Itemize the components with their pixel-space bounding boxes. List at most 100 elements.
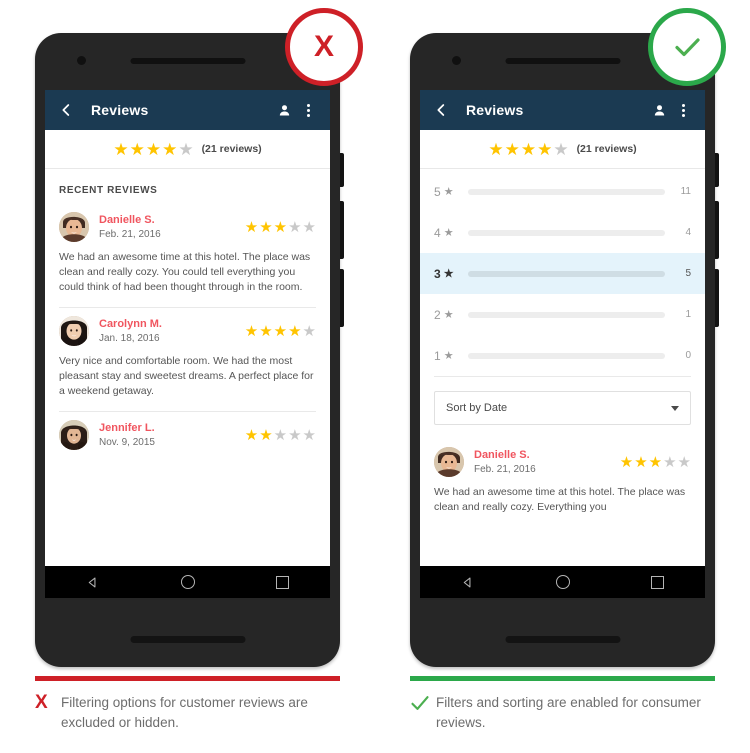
review-body: We had an awesome time at this hotel. Th… — [59, 251, 311, 293]
rating-filter-row-4[interactable]: 4 ★ 4 — [420, 212, 705, 253]
panel-good-example: Reviews ★ ★ ★ ★ ★ (21 reviews) 5 ★ 11 4 … — [375, 0, 750, 753]
review-date: Nov. 9, 2015 — [99, 436, 155, 448]
rating-filter-row-5[interactable]: 5 ★ 11 — [420, 171, 705, 212]
review-author-meta: Carolynn M. Jan. 18, 2016 — [99, 318, 245, 345]
phone-volume-down-button — [340, 269, 344, 327]
star-icon: ★ — [162, 139, 178, 159]
review-stars: ★ ★ ★ ★ ★ — [245, 428, 316, 443]
nav-recents-button[interactable] — [651, 575, 665, 589]
avatar — [434, 447, 464, 477]
nav-home-circle-icon — [555, 575, 570, 589]
chevron-down-icon — [671, 405, 679, 411]
review-stars: ★ ★ ★ ★ ★ — [245, 220, 316, 235]
phone-volume-up-button — [340, 201, 344, 259]
android-navigation-bar — [420, 566, 705, 598]
sort-by-value: Sort by Date — [446, 402, 508, 414]
review-header: Jennifer L. Nov. 9, 2015 ★ ★ ★ ★ ★ — [59, 412, 316, 454]
star-icon: ★ — [488, 139, 504, 159]
badge-incorrect: X — [285, 8, 363, 86]
back-button[interactable] — [432, 101, 450, 119]
star-icon: ★ — [302, 322, 316, 340]
sort-by-select[interactable]: Sort by Date — [434, 391, 691, 425]
account-button[interactable] — [649, 100, 669, 120]
rating-bar-track — [468, 352, 665, 359]
review-header: Danielle S. Feb. 21, 2016 ★ ★ ★ ★ ★ — [59, 204, 316, 246]
review-author-name: Carolynn M. — [99, 317, 162, 330]
review-author-name: Danielle S. — [99, 213, 155, 226]
overall-stars: ★ ★ ★ ★ ★ — [113, 141, 193, 158]
page-title: Reviews — [91, 102, 149, 118]
review-stars: ★ ★ ★ ★ ★ — [620, 455, 691, 470]
nav-recents-button[interactable] — [276, 575, 290, 589]
check-icon — [411, 696, 429, 710]
caption-text: Filtering options for customer reviews a… — [61, 695, 308, 730]
phone-volume-down-button — [715, 269, 719, 327]
overflow-menu-button[interactable] — [298, 100, 318, 120]
rating-filter-row-3[interactable]: 3 ★ 5 — [420, 253, 705, 294]
accent-rule-good — [410, 676, 715, 681]
overall-stars: ★ ★ ★ ★ ★ — [488, 141, 568, 158]
nav-home-button[interactable] — [555, 575, 570, 589]
back-button[interactable] — [57, 101, 75, 119]
rating-count: 0 — [685, 350, 691, 361]
star-icon: ★ — [273, 322, 288, 340]
android-navigation-bar — [45, 566, 330, 598]
star-icon: ★ — [288, 218, 302, 236]
star-icon: ★ — [553, 139, 569, 159]
nav-back-button[interactable] — [461, 575, 475, 589]
rating-filter-label: 3 ★ — [434, 266, 454, 281]
rating-filter-label: 5 ★ — [434, 184, 454, 199]
badge-correct — [648, 8, 726, 86]
rating-bar-track — [468, 188, 665, 195]
rating-distribution-chart: 5 ★ 11 4 ★ 4 3 ★ 5 2 ★ 1 1 ★ 0 — [420, 169, 705, 376]
star-icon: ★ — [113, 139, 129, 159]
check-icon — [675, 38, 700, 57]
accent-rule-bad — [35, 676, 340, 681]
earpiece-speaker — [505, 58, 620, 64]
rating-filter-row-2[interactable]: 2 ★ 1 — [420, 294, 705, 335]
star-icon: ★ — [443, 268, 454, 280]
comparison-stage: X Reviews ★ ★ ★ ★ ★ (21 reviews) RECENT … — [0, 0, 750, 753]
page-title: Reviews — [466, 102, 524, 118]
overflow-menu-button[interactable] — [673, 100, 693, 120]
star-icon: ★ — [259, 426, 273, 444]
check-mark-wrap — [410, 693, 436, 718]
nav-recents-square-icon — [276, 575, 289, 589]
more-vertical-icon — [681, 103, 685, 117]
front-camera — [452, 56, 461, 65]
nav-back-button[interactable] — [86, 575, 100, 589]
star-icon: ★ — [537, 139, 553, 159]
star-icon: ★ — [663, 453, 677, 471]
caption-text: Filters and sorting are enabled for cons… — [436, 695, 701, 730]
rating-count: 1 — [685, 309, 691, 320]
review-item: Danielle S. Feb. 21, 2016 ★ ★ ★ ★ ★ We h… — [45, 204, 330, 307]
avatar — [59, 316, 89, 346]
phone-power-button — [715, 153, 719, 187]
star-icon: ★ — [634, 453, 648, 471]
rating-count: 11 — [680, 186, 691, 197]
star-icon: ★ — [129, 139, 145, 159]
review-date: Feb. 21, 2016 — [99, 228, 161, 240]
screen-left: Reviews ★ ★ ★ ★ ★ (21 reviews) RECENT RE… — [45, 90, 330, 598]
star-icon: ★ — [302, 218, 316, 236]
rating-bar-track — [468, 311, 665, 318]
phone-volume-up-button — [715, 201, 719, 259]
account-button[interactable] — [274, 100, 294, 120]
star-icon: ★ — [244, 322, 259, 340]
nav-home-button[interactable] — [180, 575, 195, 589]
section-title-recent-reviews: RECENT REVIEWS — [59, 185, 158, 196]
rating-count: 4 — [685, 227, 691, 238]
avatar — [59, 420, 89, 450]
rating-filter-row-1[interactable]: 1 ★ 0 — [420, 335, 705, 376]
star-icon: ★ — [677, 453, 691, 471]
review-count-label: (21 reviews) — [576, 143, 637, 155]
phone-frame-right: Reviews ★ ★ ★ ★ ★ (21 reviews) 5 ★ 11 4 … — [410, 33, 719, 667]
review-count-label: (21 reviews) — [201, 143, 262, 155]
bottom-speaker — [130, 636, 245, 643]
rating-bar-track — [468, 270, 665, 277]
review-item: Carolynn M. Jan. 18, 2016 ★ ★ ★ ★ ★ Very… — [45, 308, 330, 411]
phone-power-button — [340, 153, 344, 187]
review-date: Feb. 21, 2016 — [474, 463, 536, 475]
star-icon: ★ — [619, 453, 634, 471]
review-body: We had an awesome time at this hotel. Th… — [434, 486, 686, 513]
